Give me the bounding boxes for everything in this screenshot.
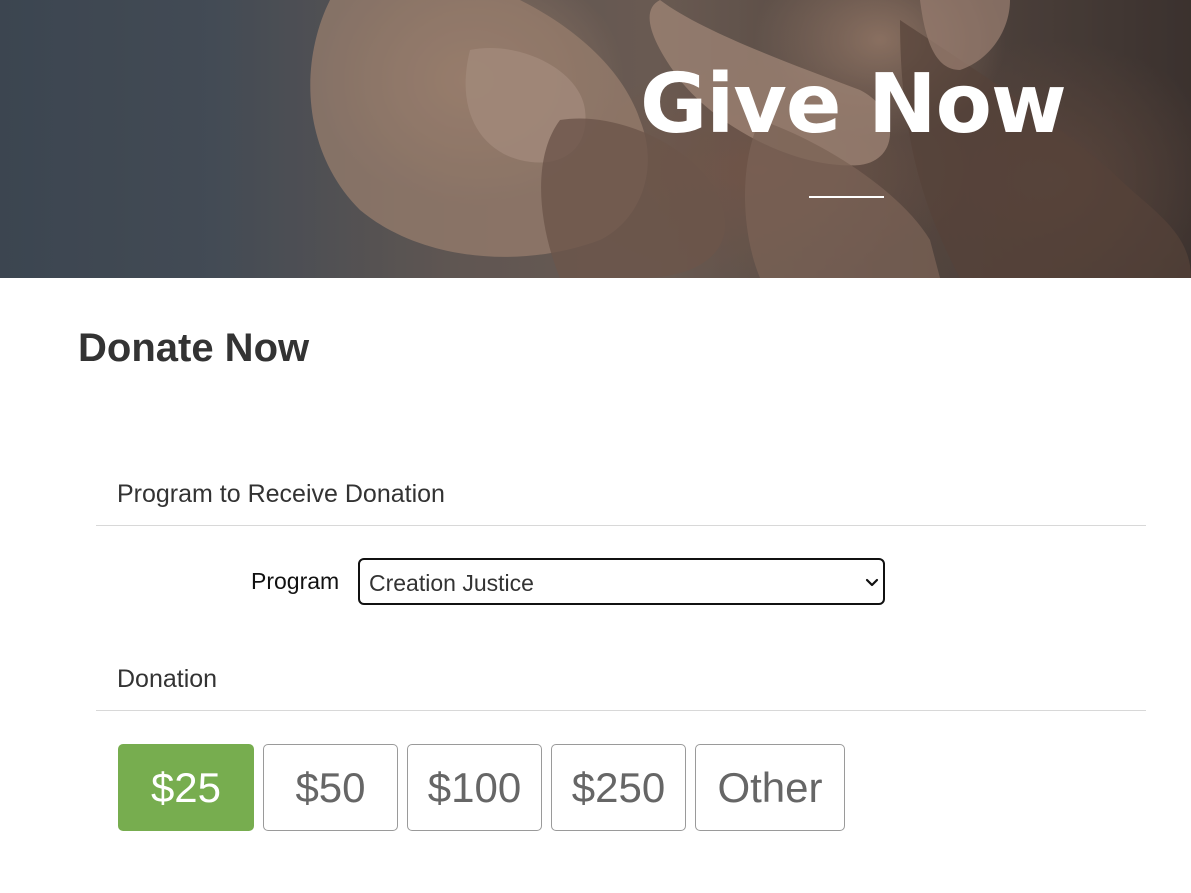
program-section-header: Program to Receive Donation (96, 479, 1146, 526)
amount-button-250[interactable]: $250 (551, 744, 686, 831)
hero-title-underline (809, 196, 884, 198)
donation-section-header: Donation (96, 664, 1146, 711)
amount-button-50[interactable]: $50 (263, 744, 398, 831)
program-field-label: Program (251, 568, 340, 594)
chevron-down-icon (865, 578, 879, 587)
amount-button-100[interactable]: $100 (407, 744, 542, 831)
page-title: Donate Now (78, 326, 310, 370)
program-select-value: Creation Justice (369, 570, 534, 596)
program-section-heading: Program to Receive Donation (117, 480, 445, 508)
program-select[interactable]: Creation Justice (358, 558, 885, 605)
amount-button-25[interactable]: $25 (118, 744, 254, 831)
hero-title: Give Now (640, 57, 1067, 152)
amount-button-other[interactable]: Other (695, 744, 845, 831)
donation-section-heading: Donation (117, 665, 218, 693)
hero-banner: Give Now (0, 0, 1191, 278)
